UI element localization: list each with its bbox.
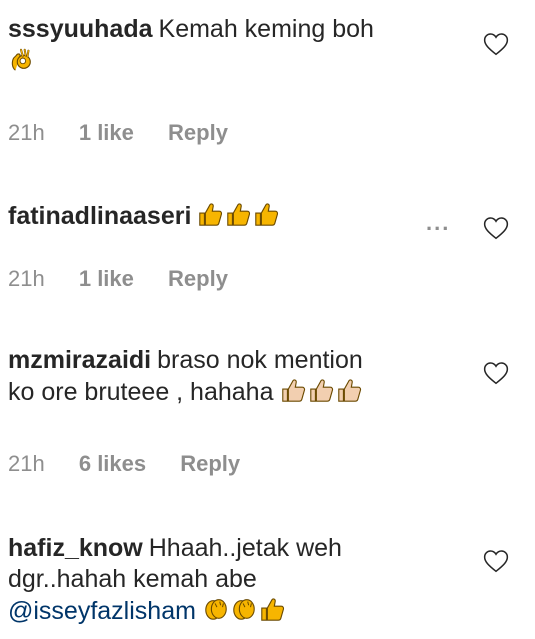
comment-username[interactable]: sssyuuhada — [8, 15, 153, 43]
thumbs-up-light-icon — [280, 376, 306, 404]
reply-button[interactable]: Reply — [168, 120, 228, 146]
comment-text: sssyuuhada Kemah keming boh — [8, 14, 448, 79]
comment-message-line2: ko ore bruteee , hahaha — [8, 378, 274, 406]
thumbs-up-icon — [253, 200, 279, 228]
comment-text: hafiz_know Hhaah..jetak weh dgr..hahah ke… — [8, 533, 448, 627]
thumbs-up-icon — [225, 200, 251, 228]
comment-username[interactable]: hafiz_know — [8, 534, 143, 562]
reply-button[interactable]: Reply — [168, 266, 228, 292]
comment-text: mzmirazaidi braso nok mention ko ore brut… — [8, 345, 448, 408]
clapping-hands-icon — [231, 595, 257, 623]
heart-icon[interactable] — [483, 549, 509, 573]
comment-meta: 21h 1 like Reply — [8, 120, 228, 146]
heart-icon[interactable] — [483, 216, 509, 240]
comment-username[interactable]: fatinadlinaaseri — [8, 202, 191, 230]
heart-icon[interactable] — [483, 361, 509, 385]
heart-icon[interactable] — [483, 32, 509, 56]
more-options-button[interactable]: ... — [426, 210, 450, 236]
comment-text: fatinadlinaaseri — [8, 200, 448, 232]
reply-button[interactable]: Reply — [180, 451, 240, 477]
comment-fatinadlinaaseri: fatinadlinaaseri ... 21h 1 like Reply — [8, 200, 528, 291]
comment-hafiz-know: hafiz_know Hhaah..jetak weh dgr..hahah ke… — [8, 533, 528, 627]
comment-time: 21h — [8, 120, 45, 145]
comment-likes[interactable]: 1 like — [79, 266, 134, 292]
comment-mzmirazaidi: mzmirazaidi braso nok mention ko ore brut… — [8, 345, 528, 476]
thumbs-up-icon — [259, 595, 285, 623]
comment-time: 21h — [8, 266, 45, 291]
comment-sssyuuhada: sssyuuhada Kemah keming boh 21h 1 like Re… — [8, 14, 528, 145]
ok-hand-icon — [8, 45, 34, 75]
comment-message-line1: braso nok mention — [157, 346, 363, 374]
clapping-hands-icon — [203, 595, 229, 623]
comment-message: Kemah keming boh — [158, 15, 374, 43]
comment-meta: 21h 1 like Reply — [8, 266, 228, 292]
comment-username[interactable]: mzmirazaidi — [8, 346, 151, 374]
comment-likes[interactable]: 6 likes — [79, 451, 146, 477]
thumbs-up-light-icon — [308, 376, 334, 404]
mention-link[interactable]: @isseyfazlisham — [8, 597, 196, 625]
thumbs-up-light-icon — [336, 376, 362, 404]
comment-message-line1: Hhaah..jetak weh — [148, 534, 342, 562]
thumbs-up-icon — [197, 200, 223, 228]
comment-likes[interactable]: 1 like — [79, 120, 134, 146]
comment-time: 21h — [8, 451, 45, 476]
comment-message-line2: dgr..hahah kemah abe — [8, 565, 257, 593]
comment-meta: 21h 6 likes Reply — [8, 451, 240, 477]
